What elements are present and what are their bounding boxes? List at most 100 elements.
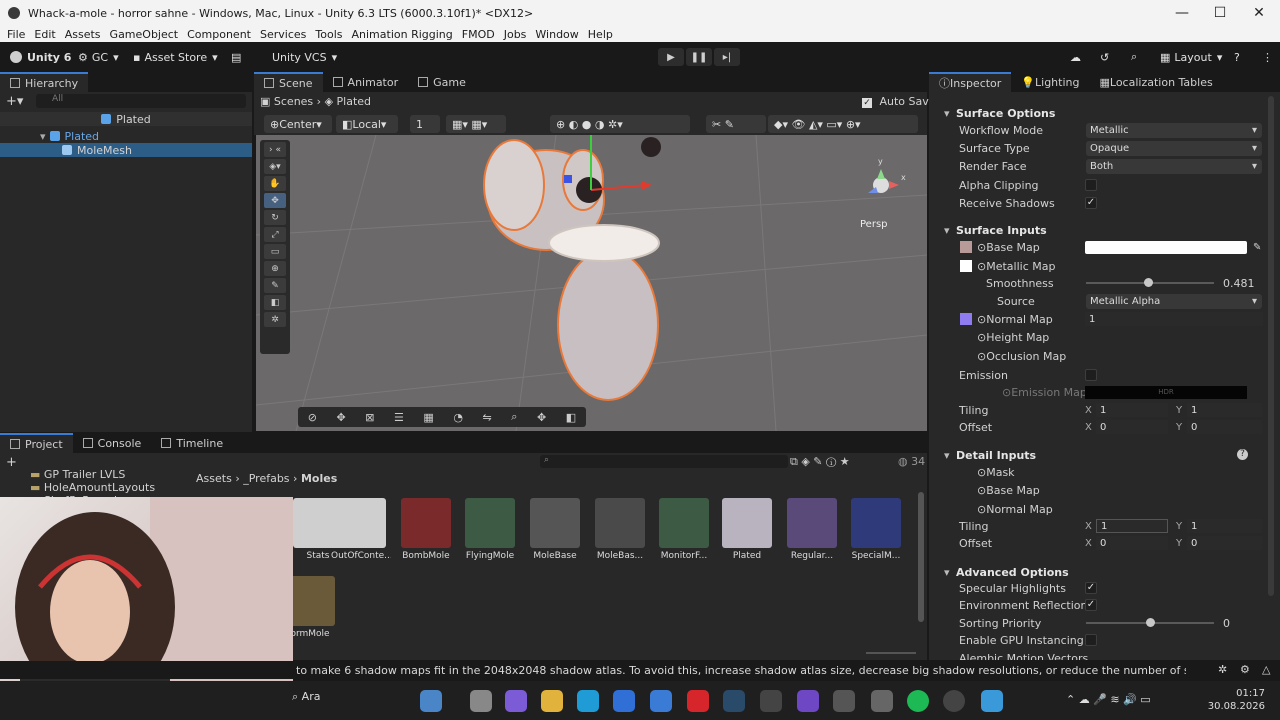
persp-label[interactable]: Persp (860, 219, 888, 230)
asset-item[interactable]: SpecialM... (846, 498, 906, 561)
specular-checkbox[interactable]: ✓ (1085, 582, 1097, 594)
emission-checkbox[interactable] (1085, 369, 1097, 381)
warning-icon[interactable]: △ (1262, 663, 1270, 676)
move-icon[interactable]: ✥ (337, 411, 346, 424)
search-icon[interactable]: ⌕ (1131, 48, 1137, 66)
play-button[interactable]: ▶ (658, 48, 684, 66)
hierarchy-search-input[interactable]: All (36, 94, 246, 108)
close-button[interactable]: ✕ (1239, 0, 1279, 26)
gizmo-toolbar[interactable]: ◆▾ 👁 ◭▾ ▭▾ ⊕▾ (768, 115, 918, 133)
custom-tool-icon[interactable]: ✎ (264, 278, 286, 293)
menu-file[interactable]: File (7, 28, 25, 41)
menu-animation-rigging[interactable]: Animation Rigging (352, 28, 453, 41)
auto-save-toggle[interactable]: ✓ Auto Save (862, 95, 936, 108)
source-dropdown[interactable]: Metallic Alpha (1086, 293, 1262, 309)
tab-scene[interactable]: Scene (254, 72, 323, 92)
pause-button[interactable]: ❚❚ (686, 48, 712, 66)
steam-icon[interactable] (723, 690, 745, 712)
unity-account-button[interactable]: Unity 6 (10, 48, 71, 66)
detail-tiling-x-field[interactable]: 1 (1096, 519, 1168, 533)
minimize-button[interactable]: — (1162, 0, 1202, 26)
scene-header[interactable]: Plated (0, 112, 252, 126)
menu-assets[interactable]: Assets (65, 28, 101, 41)
tray-icons[interactable]: ⌃ ☁ 🎤 ≋ 🔊 ▭ (1066, 693, 1151, 706)
tiling-y-field[interactable]: 1 (1187, 403, 1262, 417)
discord-icon[interactable] (760, 690, 782, 712)
detail-offset-x-field[interactable]: 0 (1096, 536, 1168, 550)
breadcrumb-item[interactable]: Moles (301, 472, 337, 485)
sorting-priority-value[interactable]: 0 (1223, 617, 1230, 630)
scale-tool-icon[interactable]: ⤢ (264, 227, 286, 242)
paint-tool-icon[interactable]: ✲ (264, 312, 286, 327)
history-icon[interactable]: ↺ (1100, 48, 1109, 66)
maximize-button[interactable]: ☐ (1200, 0, 1240, 26)
obs-icon[interactable] (943, 690, 965, 712)
github-icon[interactable] (797, 690, 819, 712)
layers-icon[interactable]: ◧ (566, 411, 576, 424)
edge-icon[interactable] (577, 690, 599, 712)
asset-item[interactable]: Regular... (782, 498, 842, 561)
menu-window[interactable]: Window (535, 28, 578, 41)
eyedropper-icon[interactable]: ✎ (1253, 242, 1261, 253)
asset-item[interactable]: MoleBas... (590, 498, 650, 561)
align-icon[interactable]: ☰ (394, 411, 404, 424)
breadcrumb-item[interactable]: _Prefabs (243, 472, 289, 485)
detail-inputs-header[interactable]: Detail Inputs (930, 446, 1265, 464)
cloud-icon[interactable]: ☁ (1070, 48, 1081, 66)
alpha-clipping-checkbox[interactable] (1085, 179, 1097, 191)
rotate-icon[interactable]: ◔ (453, 411, 463, 424)
view-icon[interactable]: ⇋ (483, 411, 492, 424)
search-icon[interactable]: ⌕ (511, 410, 517, 424)
tab-project[interactable]: Project (0, 433, 73, 453)
metallic-map-thumbnail[interactable] (960, 260, 972, 272)
notepad-icon[interactable] (981, 690, 1003, 712)
help-icon[interactable]: ? (1237, 449, 1248, 460)
gpu-instancing-checkbox[interactable] (1085, 634, 1097, 646)
tab-lighting[interactable]: 💡 Lighting (1011, 72, 1089, 92)
copilot-icon[interactable] (505, 690, 527, 712)
space-dropdown[interactable]: ◧ Local ▾ (336, 115, 398, 133)
normal-map-scale-field[interactable]: 1 (1085, 312, 1263, 326)
receive-shadows-checkbox[interactable]: ✓ (1085, 197, 1097, 209)
menu-edit[interactable]: Edit (34, 28, 55, 41)
asset-item[interactable]: OutOfConte... (331, 498, 391, 561)
hierarchy-item-plated[interactable]: ▾ Plated (0, 129, 252, 143)
account-dropdown[interactable]: ⚙ GC ▾ (78, 48, 119, 66)
asset-item[interactable]: MonitorF... (654, 498, 714, 561)
render-face-dropdown[interactable]: Both (1086, 158, 1262, 174)
menu-component[interactable]: Component (187, 28, 251, 41)
inspector-scrollbar[interactable] (1268, 96, 1274, 596)
add-icon[interactable]: +▾ (6, 94, 23, 109)
project-toolbar-icons[interactable]: ⧉ ◈ ✎ ⓘ ★ (790, 455, 850, 469)
scene-viewport[interactable]: y x Persp ⊘ ✥ ⊠ ☰ ▦ ◔ ⇋ ⌕ ✥ ◧ (256, 135, 927, 431)
asset-store-button[interactable]: ▪ Asset Store ▾ (133, 48, 218, 66)
asset-item[interactable]: BombMole (396, 498, 456, 561)
smoothness-slider-handle[interactable] (1143, 278, 1153, 287)
smoothness-value[interactable]: 0.481 (1223, 277, 1255, 290)
tab-timeline[interactable]: Timeline (151, 433, 233, 453)
surface-inputs-header[interactable]: Surface Inputs (930, 221, 1265, 239)
snap-icon[interactable]: ⊠ (365, 411, 374, 424)
opera-icon[interactable] (687, 690, 709, 712)
taskbar-clock[interactable]: 01:17 30.08.2026 (1205, 687, 1265, 713)
tab-game[interactable]: Game (408, 72, 476, 92)
asset-item[interactable]: FlyingMole (460, 498, 520, 561)
menu-help[interactable]: Help (588, 28, 613, 41)
expand-icon[interactable]: › « (264, 142, 286, 157)
unity-editor-icon[interactable] (871, 690, 893, 712)
breadcrumb-root[interactable]: Scenes (274, 95, 313, 108)
normal-map-thumbnail[interactable] (960, 313, 972, 325)
shark-icon[interactable] (420, 690, 442, 712)
status-message[interactable]: to make 6 shadow maps fit in the 2048x20… (296, 664, 1186, 677)
hand-tool-icon[interactable]: ✋ (264, 176, 286, 191)
tab-animator[interactable]: Animator (323, 72, 409, 92)
step-button[interactable]: ▸| (714, 48, 740, 66)
breadcrumb-item[interactable]: Assets (196, 472, 232, 485)
detail-offset-y-field[interactable]: 0 (1187, 536, 1262, 550)
taskbar-search[interactable]: ⌕ Ara (292, 690, 320, 704)
mole-mesh[interactable] (483, 135, 661, 401)
more-icon[interactable]: ⋮ (1262, 48, 1273, 66)
unity-hub-icon[interactable] (833, 690, 855, 712)
tab-inspector[interactable]: ⓘ Inspector (929, 72, 1012, 92)
folder-item[interactable]: ▬ HoleAmountLayouts (30, 481, 155, 494)
